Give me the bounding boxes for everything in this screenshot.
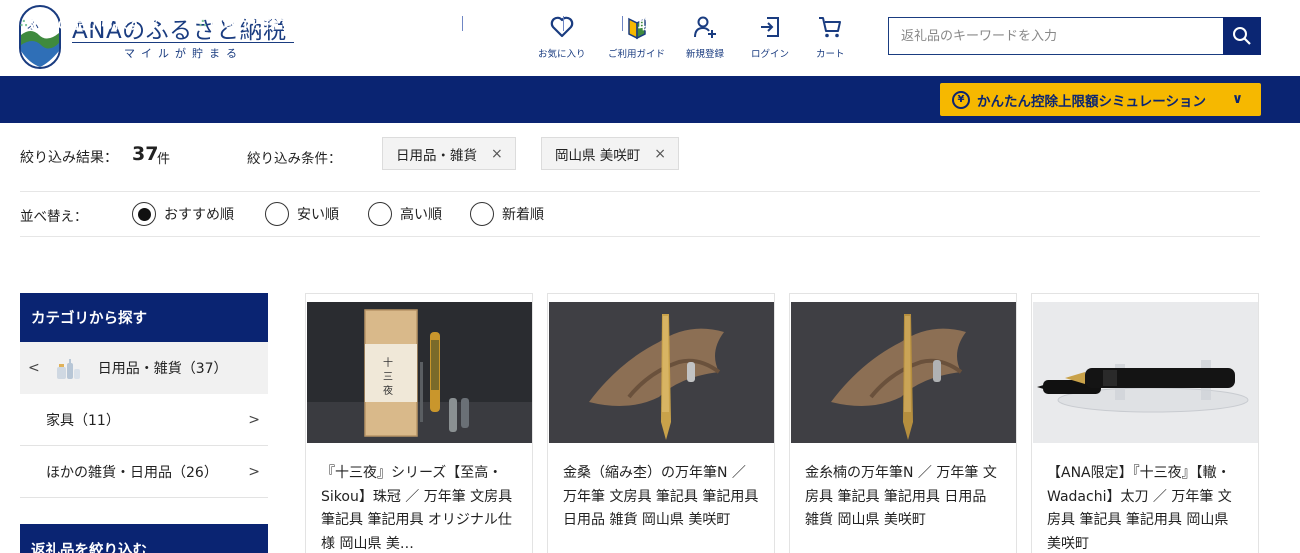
product-image[interactable] — [1033, 302, 1259, 443]
logo-subtitle: マイルが貯まる — [124, 47, 243, 60]
filter-chip-daily-goods: 日用品・雑貨 × — [382, 137, 516, 170]
divider — [20, 236, 1260, 237]
nav-login-label: ログイン — [751, 49, 790, 60]
svg-text:三: 三 — [383, 372, 393, 383]
nav-guide-label: ご利用ガイド — [608, 49, 666, 60]
nav-register-label: 新規登録 — [686, 49, 725, 60]
active-category-label: 日用品・雑貨（37） — [97, 361, 228, 377]
login-icon — [761, 17, 779, 37]
category-heading: カテゴリから探す — [20, 293, 268, 342]
nav-divider — [563, 16, 564, 31]
conditions-label: 絞り込み条件： — [247, 151, 342, 167]
radio-unselected-icon — [368, 202, 392, 226]
sort-option-cheapest[interactable]: 安い順 — [265, 202, 339, 226]
search-button[interactable] — [1223, 17, 1261, 55]
nav-divider — [622, 16, 623, 31]
result-count: 37 — [132, 143, 159, 165]
subcategory-label: ほかの雑貨・日用品（26） — [46, 464, 218, 481]
remove-filter-icon[interactable]: × — [654, 146, 666, 162]
radio-unselected-icon — [265, 202, 289, 226]
user-plus-icon — [694, 16, 716, 38]
nav-browse-by-gift-label: お礼の品から探す — [29, 16, 142, 33]
nav-browse-by-gift[interactable]: ∴ お礼の品から探す ∨ — [20, 0, 159, 47]
filter-chip-label: 日用品・雑貨 — [396, 147, 477, 164]
sort-label: 並べ替え： — [20, 209, 88, 225]
nav-ranking[interactable]: ランキング — [478, 0, 548, 47]
product-title: 金糸楠の万年筆N ／ 万年筆 文房具 筆記具 筆記用具 日用品 雑貨 岡山県 美… — [805, 465, 997, 528]
daily-goods-icon — [56, 359, 80, 379]
radio-unselected-icon — [470, 202, 494, 226]
subcategory-furniture[interactable]: 家具（11） > — [20, 394, 268, 446]
yen-icon: ¥ — [952, 90, 970, 109]
result-unit: 件 — [157, 152, 171, 167]
svg-text:十: 十 — [383, 356, 393, 369]
product-card[interactable]: 十 三 夜 『十三夜』シリーズ【至高・Sikou】珠冠 ／ 万年筆 文房具 筆記… — [305, 293, 533, 553]
product-card[interactable]: 金糸楠の万年筆N ／ 万年筆 文房具 筆記具 筆記用具 日用品 雑貨 岡山県 美… — [789, 293, 1017, 553]
subcategory-other-goods[interactable]: ほかの雑貨・日用品（26） > — [20, 446, 268, 498]
product-title: 【ANA限定】『十三夜』【轍・Wadachi】太刀 ／ 万年筆 文房具 筆記具 … — [1047, 465, 1232, 552]
sort-option-recommended[interactable]: おすすめ順 — [132, 202, 234, 226]
sort-option-highest[interactable]: 高い順 — [368, 202, 442, 226]
heart-icon — [550, 16, 574, 38]
chevron-right-icon: 〉 — [300, 18, 314, 33]
active-category-daily-goods[interactable]: < 日用品・雑貨（37） — [20, 342, 268, 394]
nav-browse-by-region-label: 地域から探す — [208, 16, 293, 33]
sort-option-label: 新着順 — [502, 207, 544, 223]
chevron-right-icon: > — [248, 463, 260, 480]
divider — [20, 191, 1260, 192]
product-title: 金桑（縮み杢）の万年筆N ／ 万年筆 文房具 筆記具 筆記用具 日用品 雑貨 岡… — [563, 465, 759, 528]
product-card[interactable]: 【ANA限定】『十三夜』【轍・Wadachi】太刀 ／ 万年筆 文房具 筆記具 … — [1031, 293, 1259, 553]
product-title: 『十三夜』シリーズ【至高・Sikou】珠冠 ／ 万年筆 文房具 筆記具 筆記用具… — [321, 465, 513, 552]
filter-heading: 返礼品を絞り込む — [20, 524, 268, 553]
cart-icon — [819, 17, 842, 38]
chevron-down-icon: ∨ — [149, 16, 160, 31]
sort-option-label: 安い順 — [297, 207, 339, 223]
svg-text:夜: 夜 — [383, 384, 393, 397]
chevron-down-icon: ∨ — [1232, 91, 1243, 107]
product-image[interactable]: 十 三 夜 — [307, 302, 533, 443]
sort-option-label: 高い順 — [400, 207, 442, 223]
result-label: 絞り込み結果： — [20, 150, 118, 166]
product-image[interactable] — [791, 302, 1017, 443]
nav-features[interactable]: 特集 — [578, 0, 606, 47]
deduction-simulation-label: かんたん控除上限額シミュレーション — [977, 93, 1206, 110]
nav-cart-label: カート — [816, 49, 845, 60]
nav-favorites-label: お気に入り — [538, 49, 586, 60]
clover-dots-icon: ∴ — [199, 17, 207, 30]
product-image[interactable] — [549, 302, 775, 443]
deduction-simulation-button[interactable]: ¥ かんたん控除上限額シミュレーション ∨ — [940, 83, 1261, 116]
nav-login[interactable]: ログイン — [751, 14, 789, 60]
search-icon — [1233, 27, 1251, 45]
product-card[interactable]: 金桑（縮み杢）の万年筆N ／ 万年筆 文房具 筆記具 筆記用具 日用品 雑貨 岡… — [547, 293, 775, 553]
remove-filter-icon[interactable]: × — [491, 146, 503, 162]
search-input[interactable] — [888, 17, 1224, 55]
nav-initiatives[interactable]: 取り組み — [638, 0, 694, 47]
nav-cart[interactable]: カート — [816, 14, 845, 60]
nav-divider — [462, 16, 463, 31]
nav-browse-by-region[interactable]: ∴ 地域から探す 〉 — [199, 0, 314, 47]
filter-chip-label: 岡山県 美咲町 — [555, 147, 641, 164]
sort-option-newest[interactable]: 新着順 — [470, 202, 544, 226]
subcategory-label: 家具（11） — [46, 412, 120, 429]
filter-chip-region: 岡山県 美咲町 × — [541, 137, 680, 170]
radio-selected-icon — [132, 202, 156, 226]
nav-travel-gifts[interactable]: 旅の返礼品 — [376, 0, 446, 47]
chevron-right-icon: > — [248, 411, 260, 428]
nav-divider — [349, 12, 350, 34]
sort-option-label: おすすめ順 — [164, 207, 234, 223]
chevron-left-icon[interactable]: < — [28, 360, 40, 376]
clover-dots-icon: ∴ — [20, 17, 28, 30]
